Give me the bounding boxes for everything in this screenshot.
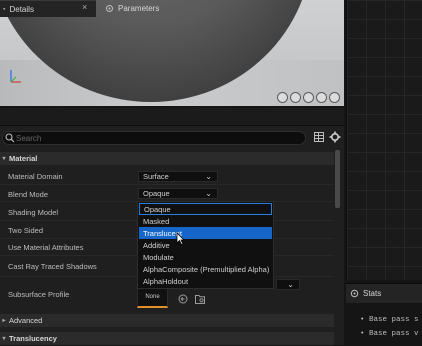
option-alphaholdout[interactable]: AlphaHoldout xyxy=(139,275,272,287)
stats-line: • Base pass v xyxy=(360,330,419,338)
option-label: AlphaComposite (Premultiplied Alpha) xyxy=(143,264,270,274)
preview-cube-button[interactable] xyxy=(316,92,327,103)
option-alphacomposite[interactable]: AlphaComposite (Premultiplied Alpha) xyxy=(139,263,272,275)
mouse-cursor-icon xyxy=(176,232,185,245)
stats-line: • Base pass s xyxy=(360,316,419,324)
details-scrollbar[interactable] xyxy=(335,150,340,208)
preview-plane-button[interactable] xyxy=(303,92,314,103)
blend-mode-combo[interactable]: Opaque ⌄ xyxy=(138,188,218,199)
thumbnail-label: None xyxy=(145,293,160,300)
material-domain-value: Surface xyxy=(143,172,169,181)
settings-icon[interactable] xyxy=(329,131,341,143)
option-label: Additive xyxy=(143,240,170,250)
property-label: Two Sided xyxy=(8,226,44,235)
option-label: Opaque xyxy=(144,204,171,214)
tab-parameters-label: Parameters xyxy=(118,4,160,13)
chevron-down-icon: ⌄ xyxy=(205,172,212,181)
stats-icon xyxy=(350,289,359,298)
option-label: Modulate xyxy=(143,252,174,262)
section-translucency-label: Translucency xyxy=(9,334,57,343)
chevron-down-icon: ▾ xyxy=(2,336,6,342)
tab-details-label: Details xyxy=(9,4,34,14)
chevron-down-icon: ▾ xyxy=(2,156,6,162)
details-tab-icon: ▪ xyxy=(3,5,6,13)
details-tabbar xyxy=(0,108,344,126)
browse-icon[interactable] xyxy=(195,294,206,304)
subsurface-profile-combo[interactable]: ⌄ xyxy=(276,279,300,290)
stats-title: Stats xyxy=(363,289,382,298)
section-material[interactable]: ▾ Material xyxy=(0,152,334,165)
parameters-icon xyxy=(106,5,113,12)
chevron-right-icon: ▸ xyxy=(2,318,6,324)
blend-mode-dropdown: Opaque Masked Translucent Additive Modul… xyxy=(137,201,274,289)
property-label: Cast Ray Traced Shadows xyxy=(8,262,97,271)
chevron-down-icon: ⌄ xyxy=(287,280,294,289)
tab-parameters[interactable]: Parameters xyxy=(97,0,159,17)
property-label: Blend Mode xyxy=(8,190,49,199)
option-translucent[interactable]: Translucent xyxy=(139,227,272,239)
property-label: Subsurface Profile xyxy=(8,290,70,299)
property-label: Material Domain xyxy=(8,172,63,181)
table-view-icon[interactable] xyxy=(314,132,324,142)
preview-sphere-button[interactable] xyxy=(290,92,301,103)
preview-mesh-button[interactable] xyxy=(329,92,340,103)
divider xyxy=(0,184,334,185)
graph-canvas[interactable] xyxy=(346,0,422,280)
section-advanced-label: Advanced xyxy=(9,316,43,325)
preview-shape-buttons xyxy=(277,92,340,103)
stats-panel: Stats • Base pass s • Base pass v xyxy=(346,283,422,346)
arrow-left-icon[interactable] xyxy=(178,294,188,304)
search-input[interactable] xyxy=(16,133,296,143)
section-translucency[interactable]: ▾ Translucency xyxy=(0,332,334,345)
preview-cylinder-button[interactable] xyxy=(277,92,288,103)
close-icon[interactable]: × xyxy=(82,2,87,12)
axis-gizmo-icon xyxy=(10,70,21,83)
option-modulate[interactable]: Modulate xyxy=(139,251,272,263)
option-label: AlphaHoldout xyxy=(143,276,189,286)
chevron-down-icon: ⌄ xyxy=(205,189,212,198)
option-label: Masked xyxy=(143,216,170,226)
option-additive[interactable]: Additive xyxy=(139,239,272,251)
search-icon xyxy=(5,133,15,143)
option-masked[interactable]: Masked xyxy=(139,215,272,227)
blend-mode-value: Opaque xyxy=(143,189,170,198)
subsurface-profile-thumbnail[interactable]: None xyxy=(137,286,168,308)
section-advanced[interactable]: ▸ Advanced xyxy=(0,314,334,327)
option-opaque[interactable]: Opaque xyxy=(139,203,272,215)
section-material-label: Material xyxy=(9,154,38,163)
property-label: Use Material Attributes xyxy=(8,243,84,252)
material-domain-combo[interactable]: Surface ⌄ xyxy=(138,171,218,182)
stats-header[interactable]: Stats xyxy=(346,284,422,303)
property-label: Shading Model xyxy=(8,208,59,217)
